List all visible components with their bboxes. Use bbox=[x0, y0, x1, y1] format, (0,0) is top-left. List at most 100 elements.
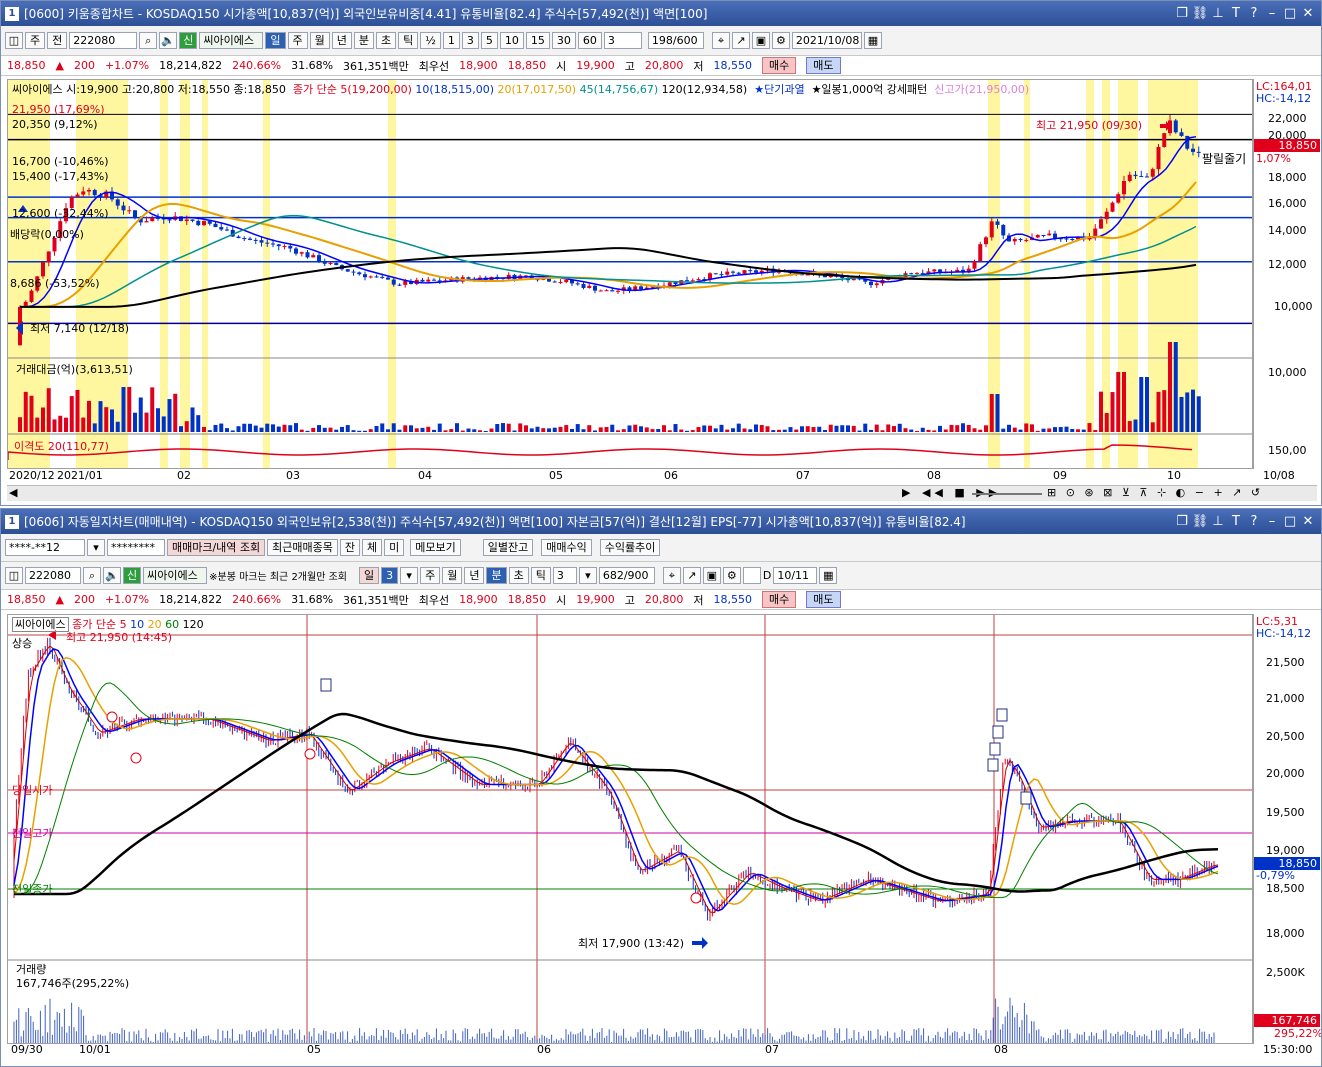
trade-mark-query-button[interactable]: 매매마크/내역 조회 bbox=[167, 539, 266, 556]
balance-button[interactable]: 잔 bbox=[339, 539, 361, 556]
daily-balance-button[interactable]: 일별잔고 bbox=[482, 539, 534, 556]
candle-body bbox=[736, 272, 741, 274]
period-year[interactable]: 년 bbox=[331, 32, 352, 49]
close-icon[interactable]: ✕ bbox=[1299, 6, 1317, 21]
d-checkbox[interactable] bbox=[742, 567, 761, 584]
sell-button[interactable]: 매도 bbox=[806, 591, 841, 608]
minute-chart-area[interactable]: 씨아이에스 종가 단순 5 10 20 60 120 상승 최고 21,950 … bbox=[7, 614, 1253, 1044]
layout-icon[interactable]: ◫ bbox=[5, 32, 23, 49]
crosshair-icon[interactable]: ⌖ bbox=[662, 567, 681, 584]
n2-dropdown-icon[interactable]: ▾ bbox=[578, 567, 597, 584]
volume-bar bbox=[46, 388, 51, 432]
period-day[interactable]: 일 bbox=[358, 567, 380, 584]
calendar-icon[interactable]: ▦ bbox=[863, 32, 882, 49]
pin-icon[interactable]: ⊥ bbox=[1209, 514, 1227, 529]
link-icon[interactable]: ⛓ bbox=[1191, 6, 1209, 21]
search-icon[interactable]: ⌕ bbox=[83, 567, 101, 584]
period-week[interactable]: 주 bbox=[420, 567, 441, 584]
save-icon[interactable]: ▣ bbox=[751, 32, 770, 49]
period-week[interactable]: 주 bbox=[287, 32, 308, 49]
period-second[interactable]: 초 bbox=[508, 567, 529, 584]
num-1[interactable]: 1 bbox=[442, 32, 460, 49]
period-year[interactable]: 년 bbox=[464, 567, 485, 584]
volume-bar bbox=[558, 426, 563, 432]
speaker-icon[interactable]: 🔈 bbox=[103, 567, 121, 584]
text-icon[interactable]: T bbox=[1227, 6, 1245, 21]
n-input[interactable]: 3 bbox=[552, 567, 577, 584]
volume-bar bbox=[892, 426, 896, 432]
chart-scrollbar[interactable]: ◀ ▶ ◀◀ ■ ▶▶ ⊞ ⊙ ⊛ ⊠ ⊻ ⊼ ⊹ ◐ − + ↗ ↺ bbox=[7, 485, 1317, 501]
sell-button[interactable]: 매도 bbox=[806, 57, 841, 74]
account-dropdown-icon[interactable]: ▾ bbox=[87, 539, 105, 556]
link-icon[interactable]: ⛓ bbox=[1191, 514, 1209, 529]
stock-code-input[interactable]: 222080 bbox=[69, 32, 138, 49]
date-input[interactable]: 10/11 bbox=[773, 567, 818, 584]
layout-icon[interactable]: ◫ bbox=[5, 567, 23, 584]
password-input[interactable]: ******** bbox=[107, 539, 165, 556]
main-chart-window: 1 [0600] 키움종합차트 - KOSDAQ150 시가총액[10,837(… bbox=[0, 0, 1322, 506]
unfilled-button[interactable]: 미 bbox=[384, 539, 405, 556]
stock-code-input[interactable]: 222080 bbox=[25, 567, 81, 584]
scroll-left-icon[interactable]: ◀ bbox=[9, 486, 17, 499]
pin-icon[interactable]: ⊥ bbox=[1209, 6, 1227, 21]
calendar-icon[interactable]: ▦ bbox=[819, 567, 838, 584]
text-icon[interactable]: T bbox=[1227, 514, 1245, 529]
restore-icon[interactable]: ❐ bbox=[1173, 6, 1191, 21]
profit-trend-button[interactable]: 수익률추이 bbox=[599, 539, 661, 556]
period-second[interactable]: 초 bbox=[376, 32, 397, 49]
date-input[interactable]: 2021/10/08 bbox=[791, 32, 862, 49]
save-icon[interactable]: ▣ bbox=[702, 567, 721, 584]
buy-button[interactable]: 매수 bbox=[762, 57, 797, 74]
period-day[interactable]: 일 bbox=[265, 32, 286, 49]
jong-button[interactable]: 주 bbox=[25, 32, 46, 49]
n-select[interactable]: 3 bbox=[381, 567, 399, 584]
volume-bar bbox=[121, 387, 126, 432]
restore-icon[interactable]: ❐ bbox=[1173, 514, 1191, 529]
num-30[interactable]: 30 bbox=[551, 32, 576, 49]
period-minute[interactable]: 분 bbox=[353, 32, 374, 49]
chart-tools[interactable]: ⊞ ⊙ ⊛ ⊠ ⊻ ⊼ ⊹ ◐ − + ↗ ↺ bbox=[1047, 486, 1263, 499]
draw-icon[interactable]: ↗ bbox=[682, 567, 701, 584]
maximize-icon[interactable]: □ bbox=[1281, 514, 1299, 529]
shin-badge[interactable]: 신 bbox=[179, 32, 198, 49]
close-icon[interactable]: ✕ bbox=[1299, 514, 1317, 529]
shin-badge[interactable]: 신 bbox=[123, 567, 142, 584]
n-dropdown-icon[interactable]: ▾ bbox=[400, 567, 419, 584]
help-icon[interactable]: ? bbox=[1245, 6, 1263, 21]
help-icon[interactable]: ? bbox=[1245, 514, 1263, 529]
highlight-band bbox=[1118, 80, 1138, 468]
period-tick[interactable]: 틱 bbox=[398, 32, 419, 49]
n-input[interactable]: 3 bbox=[603, 32, 642, 49]
num-3[interactable]: 3 bbox=[461, 32, 479, 49]
trade-profit-button[interactable]: 매매수익 bbox=[541, 539, 592, 556]
draw-icon[interactable]: ↗ bbox=[731, 32, 750, 49]
buy-button[interactable]: 매수 bbox=[762, 591, 797, 608]
gear-icon[interactable]: ⚙ bbox=[722, 567, 741, 584]
ohlc-info: 씨아이에스 시:19,900 고:20,800 저:18,550 종:18,85… bbox=[12, 83, 286, 96]
crosshair-icon[interactable]: ⌖ bbox=[711, 32, 730, 49]
candle-body bbox=[299, 252, 304, 254]
period-minute[interactable]: 분 bbox=[486, 567, 507, 584]
half-button[interactable]: ½ bbox=[420, 32, 441, 49]
num-5[interactable]: 5 bbox=[480, 32, 498, 49]
period-tick[interactable]: 틱 bbox=[530, 567, 551, 584]
minimize-icon[interactable]: – bbox=[1263, 514, 1281, 529]
maximize-icon[interactable]: □ bbox=[1281, 6, 1299, 21]
gear-icon[interactable]: ⚙ bbox=[771, 32, 790, 49]
search-icon[interactable]: ⌕ bbox=[139, 32, 158, 49]
speaker-icon[interactable]: 🔈 bbox=[159, 32, 178, 49]
volume-bar bbox=[294, 423, 298, 432]
zoom-slider[interactable] bbox=[972, 493, 1042, 495]
period-month[interactable]: 월 bbox=[309, 32, 330, 49]
num-15[interactable]: 15 bbox=[525, 32, 550, 49]
account-input[interactable]: ****-**12 bbox=[5, 539, 85, 556]
filled-button[interactable]: 체 bbox=[362, 539, 383, 556]
recent-stocks-button[interactable]: 최근매매종목 bbox=[267, 539, 338, 556]
memo-button[interactable]: 메모보기 bbox=[410, 539, 461, 556]
price-chart-area[interactable]: 씨아이에스 시:19,900 고:20,800 저:18,550 종:18,85… bbox=[7, 79, 1253, 469]
minimize-icon[interactable]: – bbox=[1263, 6, 1281, 21]
period-month[interactable]: 월 bbox=[442, 567, 463, 584]
num-10[interactable]: 10 bbox=[499, 32, 524, 49]
jeon-button[interactable]: 전 bbox=[47, 32, 68, 49]
num-60[interactable]: 60 bbox=[577, 32, 602, 49]
